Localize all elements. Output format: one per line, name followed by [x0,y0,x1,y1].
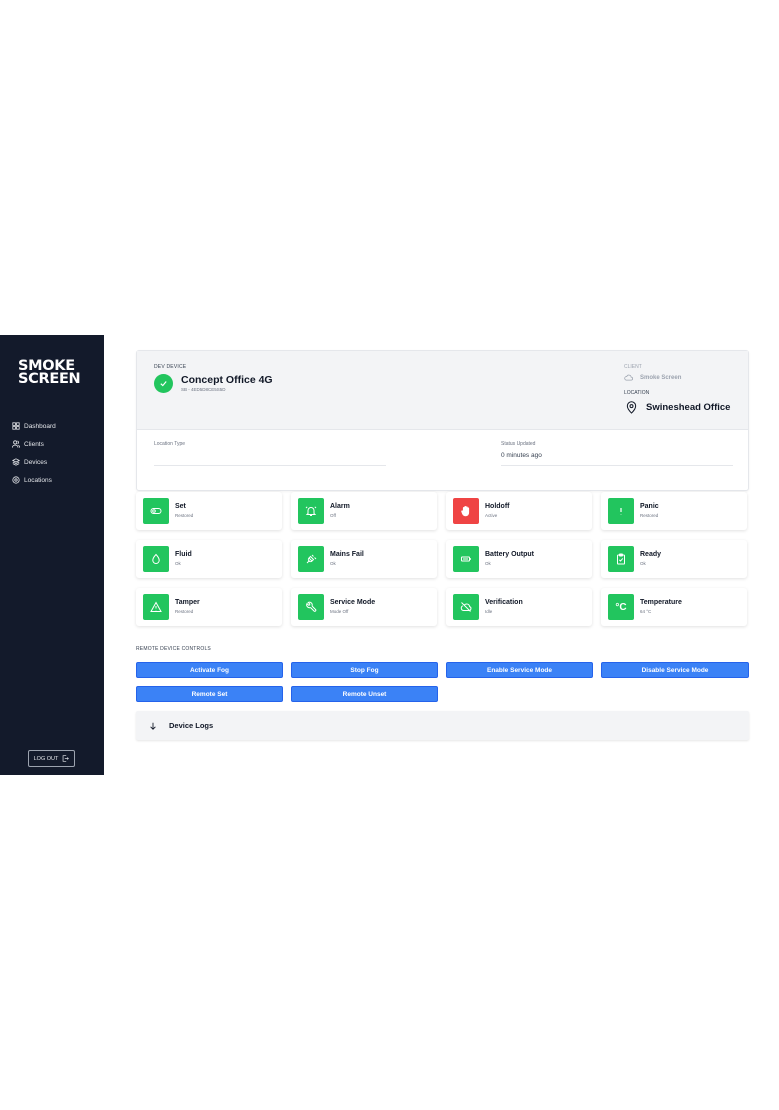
sidebar-item-dashboard[interactable]: Dashboard [12,417,102,435]
device-section-label: DEV DEVICE [154,364,187,370]
toggle-icon [143,498,169,524]
sidebar-item-label: Devices [24,458,48,466]
device-logs-label: Device Logs [169,721,214,730]
cloud-off-icon [453,594,479,620]
status-state: Ok [175,561,181,566]
logo-line-2: SCREEN [18,371,81,387]
status-card-tamper: Tamper Restored [136,588,282,626]
bell-icon [298,498,324,524]
status-state: Active [485,513,498,518]
status-updated-underline [501,465,733,466]
plug-icon [298,546,324,572]
smoke-screen-logo[interactable]: SMOKE SCREEN [18,359,81,387]
status-title: Verification [485,599,523,606]
clipboard-check-icon [608,546,634,572]
device-logs-toggle[interactable]: Device Logs [136,711,749,740]
status-state: Off [330,513,336,518]
sidebar-item-label: Dashboard [24,422,56,430]
status-state: Ok [640,561,646,566]
status-card-mains-fail: Mains Fail Ok [291,540,437,578]
status-title: Battery Output [485,551,534,558]
warning-icon [143,594,169,620]
pin-icon [12,476,20,484]
remote-unset-button[interactable]: Remote Unset [291,686,438,702]
status-title: Service Mode [330,599,376,606]
exclamation-icon [608,498,634,524]
device-header: DEV DEVICE Concept Office 4G SB - 4ED5D8… [137,351,748,430]
status-state: Restored [175,513,194,518]
layers-icon [12,458,20,466]
check-circle-icon [154,374,173,393]
status-title: Mains Fail [330,551,364,558]
celsius-glyph: °C [615,601,627,613]
device-name: Concept Office 4G [181,374,273,386]
celsius-icon: °C [608,594,634,620]
location-label: LOCATION [624,390,650,396]
logout-label: LOG OUT [33,755,59,762]
status-state: 64 °C [640,609,652,614]
location-link[interactable]: Swineshead Office [625,401,730,414]
grid-icon [12,422,20,430]
sidebar: SMOKE SCREEN Dashboard Clients Devices L… [0,335,104,775]
remote-controls-title: REMOTE DEVICE CONTROLS [136,646,211,652]
droplet-icon [143,546,169,572]
cloud-icon [624,374,633,381]
enable-service-mode-button[interactable]: Enable Service Mode [446,662,593,678]
status-card-holdoff: Holdoff Active [446,492,592,530]
status-updated-label: Status Updated [501,441,536,447]
device-id: SB - 4ED5D8CE5S5D [181,387,226,392]
location-name: Swineshead Office [646,402,731,413]
sidebar-item-clients[interactable]: Clients [12,435,102,453]
logout-button[interactable]: LOG OUT [28,750,75,767]
status-card-ready: Ready Ok [601,540,747,578]
status-card-fluid: Fluid Ok [136,540,282,578]
sidebar-nav: Dashboard Clients Devices Locations [12,417,102,489]
device-card: DEV DEVICE Concept Office 4G SB - 4ED5D8… [136,350,749,491]
remote-set-button[interactable]: Remote Set [136,686,283,702]
map-pin-icon [626,401,637,414]
status-state: Idle [485,609,493,614]
logout-icon [63,755,70,762]
status-card-set: Set Restored [136,492,282,530]
hand-icon [453,498,479,524]
client-name: Smoke Screen [640,374,682,381]
status-title: Panic [640,503,659,510]
status-title: Set [175,503,186,510]
location-type-label: Location Type [154,441,186,447]
status-title: Holdoff [485,503,510,510]
status-title: Temperature [640,599,682,606]
status-card-panic: Panic Restored [601,492,747,530]
status-title: Fluid [175,551,192,558]
sidebar-item-devices[interactable]: Devices [12,453,102,471]
sidebar-item-locations[interactable]: Locations [12,471,102,489]
status-state: Ok [330,561,336,566]
sidebar-item-label: Clients [24,440,44,448]
app: SMOKE SCREEN Dashboard Clients Devices L… [0,335,779,775]
status-state: Restored [175,609,194,614]
status-state: Restored [640,513,659,518]
status-card-battery-output: Battery Output Ok [446,540,592,578]
client-link[interactable]: Smoke Screen [624,373,681,382]
status-state: Ok [485,561,491,566]
status-title: Tamper [175,599,200,606]
location-type-underline [154,465,386,466]
wrench-icon [298,594,324,620]
arrow-down-icon [150,722,156,730]
status-card-service-mode: Service Mode Mode Off [291,588,437,626]
status-card-verification: Verification Idle [446,588,592,626]
status-state: Mode Off [330,609,349,614]
main-content: DEV DEVICE Concept Office 4G SB - 4ED5D8… [104,335,779,775]
status-card-temperature: °C Temperature 64 °C [601,588,747,626]
stop-fog-button[interactable]: Stop Fog [291,662,438,678]
sidebar-item-label: Locations [24,476,52,484]
status-title: Alarm [330,503,350,510]
status-updated-value: 0 minutes ago [501,452,542,459]
disable-service-mode-button[interactable]: Disable Service Mode [601,662,749,678]
activate-fog-button[interactable]: Activate Fog [136,662,283,678]
status-card-alarm: Alarm Off [291,492,437,530]
status-title: Ready [640,551,662,558]
users-icon [12,440,20,448]
client-label: CLIENT [624,364,642,370]
battery-icon [453,546,479,572]
